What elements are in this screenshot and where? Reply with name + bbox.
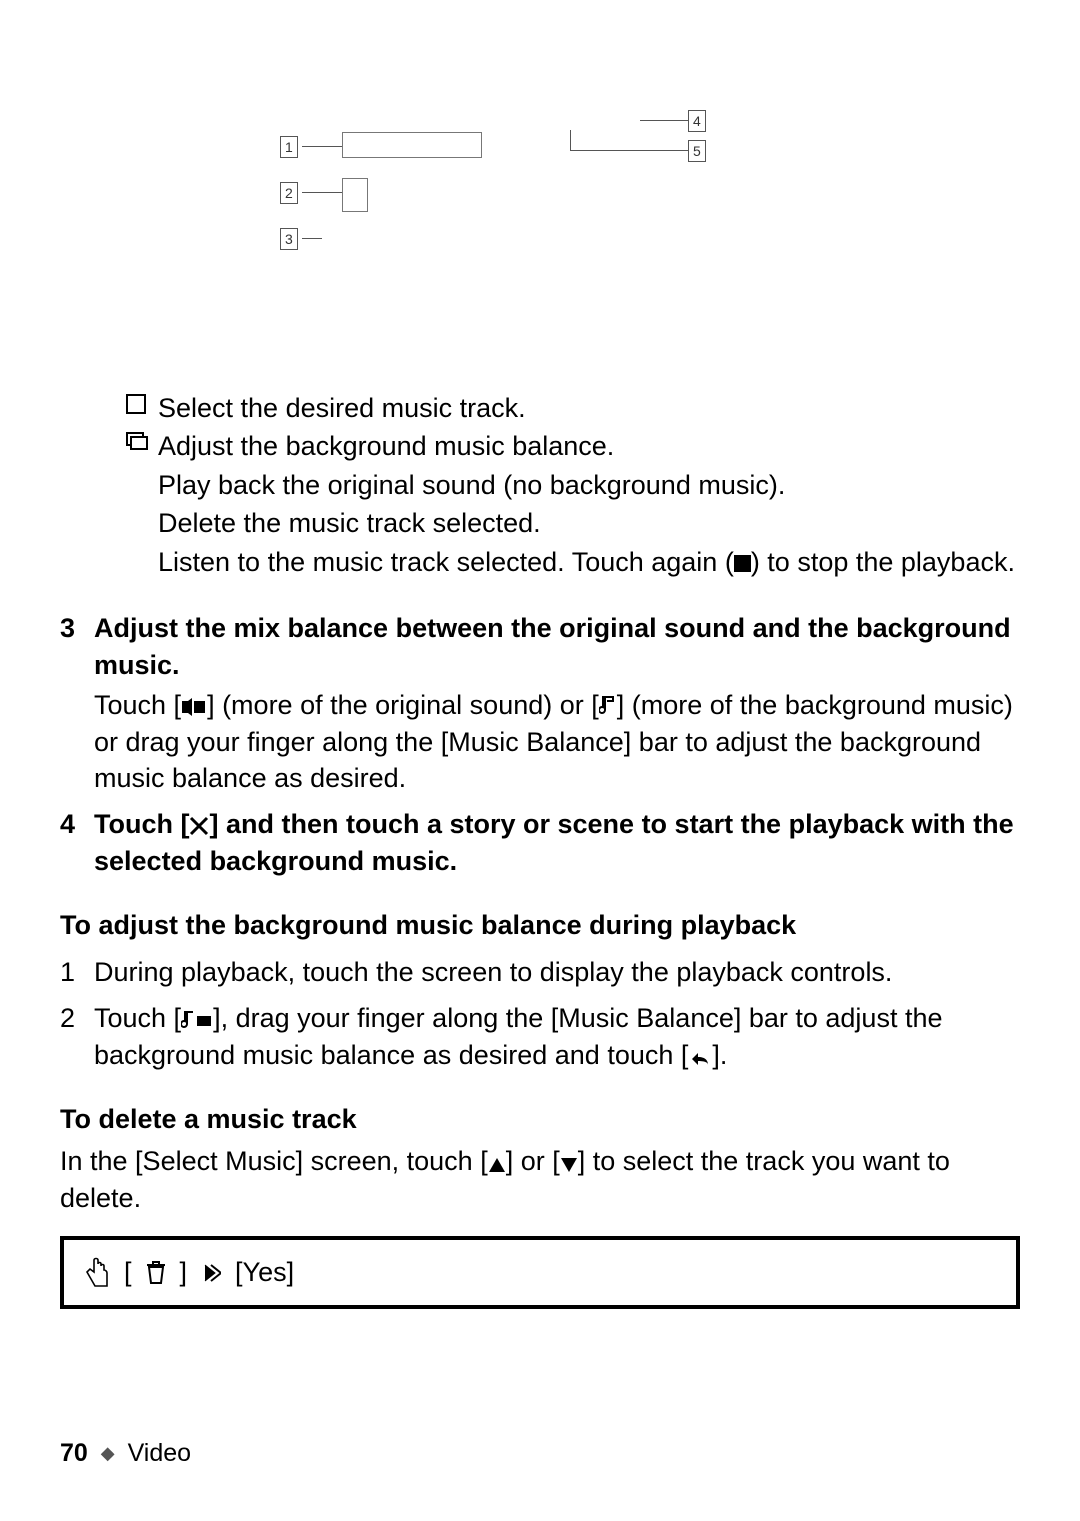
- adjust-step-2: 2 Touch [ ], drag your finger along the …: [60, 1000, 1020, 1073]
- diagram-label-5: 5: [688, 140, 706, 162]
- delete-text-a: In the [Select Music] screen, touch [: [60, 1146, 488, 1176]
- step-3: 3 Adjust the mix balance between the ori…: [60, 610, 1020, 796]
- close-x-icon: [189, 816, 209, 836]
- adjust-step-2-text: Touch [ ], drag your finger along the [M…: [94, 1000, 1020, 1073]
- diagram-legend: Select the desired music track. Adjust t…: [120, 390, 1020, 580]
- legend-text-2: Adjust the background music balance.: [152, 428, 1020, 464]
- step-3-heading: Adjust the mix balance between the origi…: [94, 610, 1020, 683]
- legend-text-1: Select the desired music track.: [152, 390, 1020, 426]
- music-balance-icon: [181, 1010, 213, 1030]
- step-4-head-b: ] and then touch a story or scene to sta…: [94, 809, 1014, 875]
- legend-icon-5: [120, 544, 152, 548]
- trash-icon: [146, 1261, 166, 1285]
- adjust-step-2-text-b: ], drag your finger along the [Music Bal…: [94, 1003, 942, 1069]
- delete-track-heading: To delete a music track: [60, 1101, 1020, 1137]
- diagram-label-3: 3: [280, 228, 298, 250]
- adjust-balance-heading: To adjust the background music balance d…: [60, 907, 1020, 943]
- legend-text-5b: ) to stop the playback.: [751, 547, 1015, 577]
- bar-yes: [Yes]: [235, 1254, 294, 1290]
- step-4-heading: Touch [ ] and then touch a story or scen…: [94, 806, 1020, 879]
- legend-icon-1: [120, 390, 152, 414]
- footer-diamond-icon: ◆: [101, 1443, 115, 1463]
- diagram-label-2: 2: [280, 182, 298, 204]
- adjust-step-2-text-a: Touch [: [94, 1003, 181, 1033]
- delete-text-b: ] or [: [506, 1146, 560, 1176]
- delete-track-text: In the [Select Music] screen, touch [ ] …: [60, 1143, 1020, 1216]
- stop-icon: [734, 555, 751, 572]
- adjust-step-2-text-c: ].: [712, 1040, 727, 1070]
- legend-text-4: Delete the music track selected.: [152, 505, 1020, 541]
- triangle-down-icon: [560, 1157, 578, 1173]
- step-4: 4 Touch [ ] and then touch a story or sc…: [60, 806, 1020, 879]
- return-icon: [688, 1047, 712, 1067]
- touch-hand-icon: [84, 1257, 110, 1289]
- legend-icon-3: [120, 467, 152, 471]
- legend-text-5a: Listen to the music track selected. Touc…: [158, 547, 734, 577]
- page-footer: 70 ◆ Video: [60, 1437, 191, 1471]
- action-bar: [ ] [Yes]: [60, 1236, 1020, 1308]
- chevron-right-icon: [201, 1263, 221, 1283]
- legend-icon-2: [120, 428, 152, 450]
- step-4-number: 4: [60, 806, 94, 879]
- footer-section: Video: [128, 1439, 192, 1467]
- legend-text-5: Listen to the music track selected. Touc…: [152, 544, 1020, 580]
- bar-bracket-close: ]: [180, 1254, 188, 1290]
- music-note-icon: [599, 695, 617, 717]
- diagram-label-1: 1: [280, 136, 298, 158]
- adjust-step-1: 1 During playback, touch the screen to d…: [60, 954, 1020, 990]
- page-number: 70: [60, 1439, 88, 1467]
- step-3-text: Touch [ ] (more of the original sound) o…: [94, 687, 1020, 796]
- adjust-step-1-text: During playback, touch the screen to dis…: [94, 954, 1020, 990]
- step-3-text-a: Touch [: [94, 690, 181, 720]
- callout-diagram: 1 2 3 4 5: [120, 100, 1020, 370]
- step-3-number: 3: [60, 610, 94, 796]
- legend-text-3: Play back the original sound (no backgro…: [152, 467, 1020, 503]
- step-3-text-b: ] (more of the original sound) or [: [207, 690, 599, 720]
- legend-icon-4: [120, 505, 152, 509]
- camcorder-sound-icon: [181, 697, 207, 717]
- adjust-step-1-number: 1: [60, 954, 94, 990]
- adjust-step-2-number: 2: [60, 1000, 94, 1073]
- step-4-head-a: Touch [: [94, 809, 189, 839]
- bar-bracket-open: [: [124, 1254, 132, 1290]
- triangle-up-icon: [488, 1157, 506, 1173]
- diagram-label-4: 4: [688, 110, 706, 132]
